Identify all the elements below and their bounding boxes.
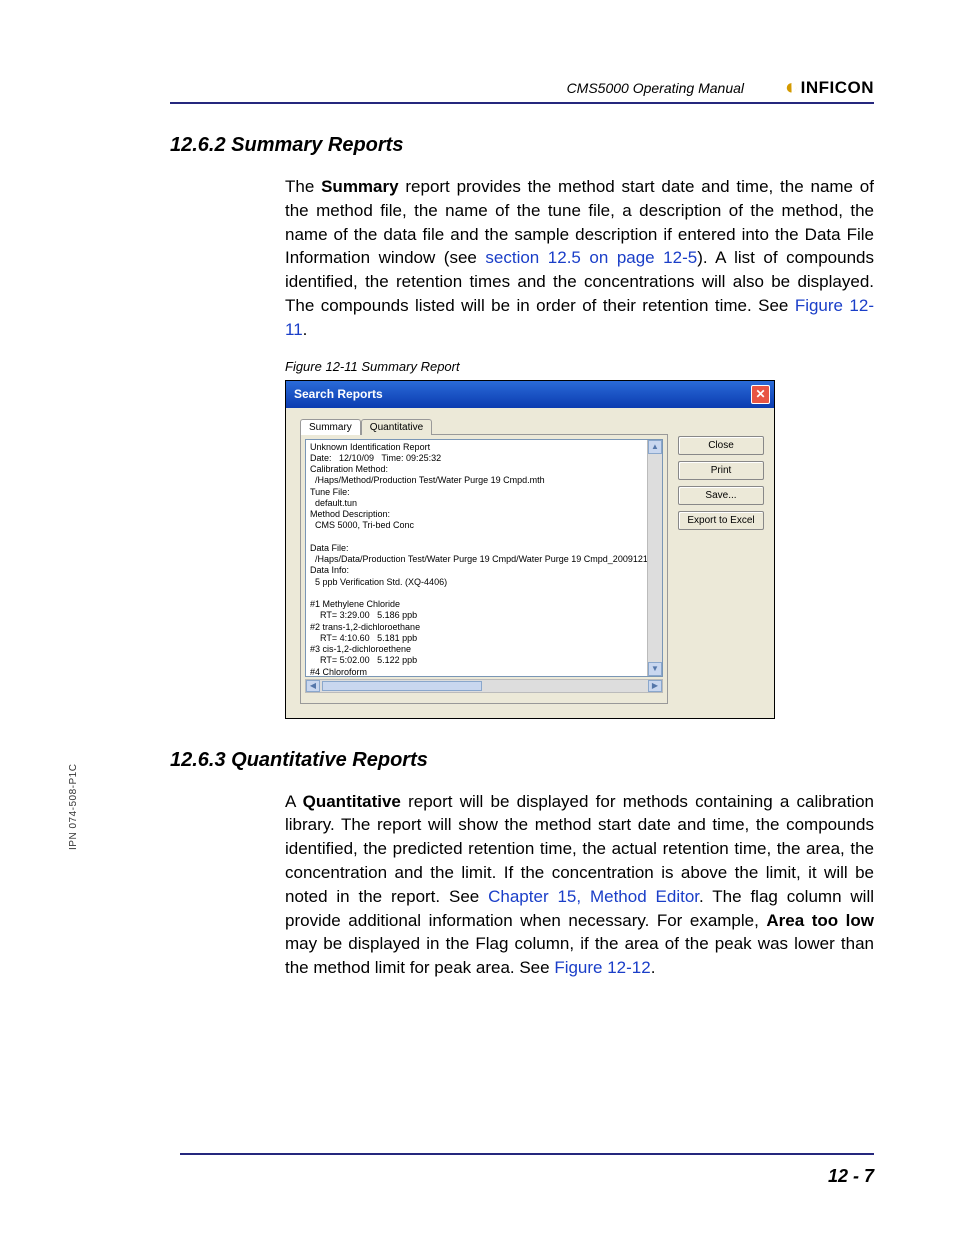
save-button[interactable]: Save... [678,486,764,505]
vertical-scrollbar[interactable]: ▲ ▼ [647,440,662,676]
text-bold: Quantitative [303,792,401,811]
print-button[interactable]: Print [678,461,764,480]
window-title: Search Reports [294,387,383,401]
brand-logo: ◐ INFICON [785,78,874,98]
summary-reports-paragraph: The Summary report provides the method s… [285,175,874,342]
tab-quantitative[interactable]: Quantitative [361,419,432,435]
doc-title: CMS5000 Operating Manual [567,80,744,96]
footer-rule [180,1153,874,1155]
page-header: CMS5000 Operating Manual ◐ INFICON [170,58,874,104]
link-section-12-5[interactable]: section 12.5 on page 12-5 [485,248,697,267]
close-button[interactable]: Close [678,436,764,455]
quantitative-reports-paragraph: A Quantitative report will be displayed … [285,790,874,980]
tab-summary[interactable]: Summary [300,419,361,435]
text-bold: Area too low [766,911,874,930]
report-content: Unknown Identification Report Date: 12/1… [306,440,648,677]
search-reports-window: Search Reports ✕ Summary Quantitative Un… [285,380,775,719]
scroll-right-icon[interactable]: ▶ [648,680,662,692]
page-number: 12 - 7 [828,1166,874,1187]
text: A [285,792,303,811]
text: . [651,958,656,977]
close-icon[interactable]: ✕ [751,385,770,404]
figure-caption: Figure 12-11 Summary Report [285,359,874,374]
window-titlebar[interactable]: Search Reports ✕ [286,381,774,408]
tab-panel: Unknown Identification Report Date: 12/1… [300,434,668,704]
scroll-thumb[interactable] [322,681,482,691]
link-chapter-15[interactable]: Chapter 15, Method Editor [488,887,699,906]
text: . [303,320,308,339]
report-text-area[interactable]: Unknown Identification Report Date: 12/1… [305,439,663,677]
side-document-id: IPN 074-508-P1C [68,764,79,850]
scroll-down-icon[interactable]: ▼ [648,662,662,676]
section-heading-summary-reports: 12.6.2 Summary Reports [170,134,874,157]
scroll-left-icon[interactable]: ◀ [306,680,320,692]
horizontal-scrollbar[interactable]: ◀ ▶ [305,679,663,693]
section-heading-quantitative-reports: 12.6.3 Quantitative Reports [170,749,874,772]
brand-name: INFICON [801,78,874,98]
text: The [285,177,321,196]
link-figure-12-12[interactable]: Figure 12-12 [554,958,650,977]
scroll-up-icon[interactable]: ▲ [648,440,662,454]
export-to-excel-button[interactable]: Export to Excel [678,511,764,530]
text-bold: Summary [321,177,398,196]
